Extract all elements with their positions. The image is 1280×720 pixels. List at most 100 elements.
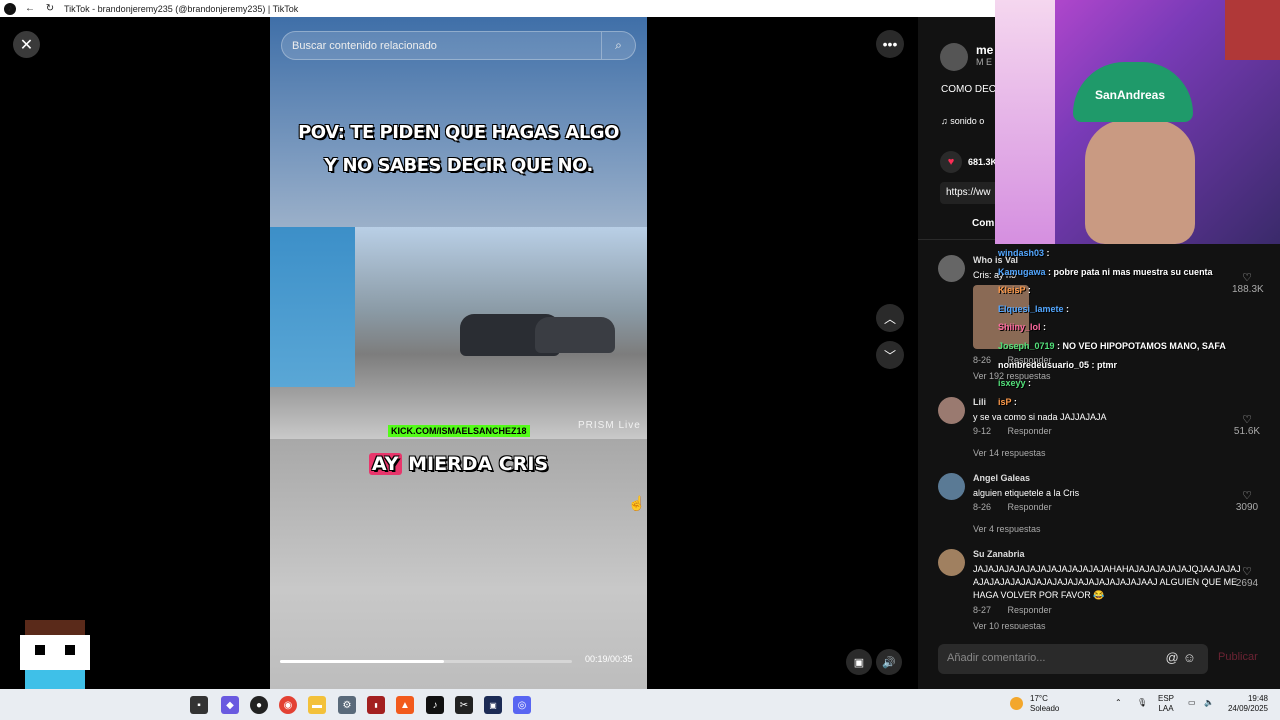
next-video-button[interactable]: ﹀ [876, 341, 904, 369]
capcut-icon[interactable]: ✂ [455, 696, 473, 714]
taskbar-app-icon[interactable]: ▪ [190, 696, 208, 714]
chat-message: Joseph_0719 : NO VEO HIPOPOTAMOS MANO, S… [998, 340, 1226, 351]
streamer-face [1085, 120, 1195, 244]
heart-outline-icon[interactable]: ♡ [1232, 413, 1262, 426]
publish-button[interactable]: Publicar [1218, 651, 1258, 663]
close-icon: ✕ [19, 36, 34, 54]
related-search-input[interactable]: Buscar contenido relacionado ⌕ [281, 31, 636, 60]
mouse-cursor-icon: ☝ [628, 495, 646, 511]
comment-avatar[interactable] [938, 549, 965, 576]
video-timecode: 00:19/00:35 [585, 654, 633, 664]
video-progress-bar[interactable] [280, 660, 572, 663]
author-avatar[interactable] [940, 43, 968, 71]
speaker-icon: 🔊 [882, 656, 896, 669]
comment-meta: 9-12 Responder [973, 426, 1066, 436]
stream-chat-overlay: windash03 : Kamugawa : pobre pata ni mas… [995, 244, 1280, 412]
settings-gear-icon[interactable]: ⚙ [338, 696, 356, 714]
tray-chevron-icon[interactable]: ⌃ [1115, 698, 1122, 708]
author-info[interactable]: me M E [940, 43, 993, 71]
reload-icon[interactable]: ↻ [44, 3, 56, 15]
comment-avatar[interactable] [938, 473, 965, 500]
back-arrow-icon[interactable]: ← [24, 3, 36, 15]
reply-button[interactable]: Responder [1008, 605, 1052, 615]
tab-comments[interactable]: Com [972, 218, 994, 229]
comment-like-count: 3090 [1235, 502, 1259, 513]
heart-icon[interactable]: ♥ [940, 151, 962, 173]
search-icon[interactable]: ⌕ [601, 32, 635, 59]
view-replies[interactable]: Ver 14 respuestas [973, 448, 1046, 458]
brave-icon[interactable]: ▲ [396, 696, 414, 714]
like-count: 681.3K [968, 157, 998, 167]
caption-rest: MIERDA CRIS [408, 453, 549, 475]
network-icon[interactable]: ▭ [1188, 698, 1196, 708]
chevron-down-icon: ﹀ [883, 348, 896, 363]
chevron-up-icon: ︿ [883, 311, 896, 326]
post-description: COMO DEC canal de ki [941, 84, 1001, 95]
author-name[interactable]: me [976, 43, 993, 57]
comment-author[interactable]: Su Zanabria [973, 549, 1025, 559]
language-indicator[interactable]: ESP LAA [1158, 694, 1174, 714]
copilot-icon[interactable]: ◆ [221, 696, 239, 714]
caption-highlight: AY [368, 453, 402, 475]
chat-message: Elquesi_lamete : [998, 303, 1070, 314]
cap-logo-text: SanAndreas [1095, 88, 1166, 102]
comment-like[interactable]: ♡ 2694 [1232, 565, 1262, 589]
comment-text: JAJAJAJAJAJAJAJAJAJAJAJAJAHAHAJAJAJAJAJA… [973, 564, 1241, 600]
video-stage: ✕ Buscar contenido relacionado ⌕ POV: TE… [0, 17, 918, 689]
chat-message: nombredeusuario_05 : ptmr [998, 359, 1118, 370]
like-group[interactable]: ♥ 681.3K [940, 151, 997, 173]
chat-message: KleisP : [998, 285, 1031, 296]
emoji-icon[interactable]: ☺ [1183, 650, 1200, 665]
comment-like-count: 51.6K [1233, 426, 1261, 437]
heart-outline-icon[interactable]: ♡ [1232, 489, 1262, 502]
comment-placeholder: Añadir comentario... [947, 652, 1046, 664]
comment-author[interactable]: Lili [973, 397, 986, 407]
chat-message: isP : [998, 396, 1017, 407]
discord-icon[interactable]: ◎ [513, 696, 531, 714]
previous-video-button[interactable]: ︿ [876, 304, 904, 332]
video-player[interactable]: Buscar contenido relacionado ⌕ POV: TE P… [270, 17, 647, 689]
chrome-icon[interactable]: ◉ [279, 696, 297, 714]
comment-avatar[interactable] [938, 255, 965, 282]
sound-info[interactable]: ♫ sonido o [941, 116, 984, 126]
more-options-button[interactable]: ••• [876, 30, 904, 58]
chat-message: Kamugawa : pobre pata ni mas muestra su … [998, 266, 1213, 277]
video-caption-bottom: AY MIERDA CRIS [270, 453, 647, 475]
tiktok-logo-icon: ♪ [4, 2, 16, 15]
comment-meta: 8-27 Responder [973, 605, 1066, 615]
pip-icon: ▣ [853, 656, 865, 669]
view-replies[interactable]: Ver 4 respuestas [973, 524, 1041, 534]
chat-message: isxeyy : [998, 378, 1032, 389]
view-replies[interactable]: Ver 10 respuestas [973, 621, 1046, 629]
comment-item: Angel Galeas alguien etiquetele a la Cri… [938, 473, 1268, 543]
comment-avatar[interactable] [938, 397, 965, 424]
author-handle: M E [976, 57, 993, 67]
window-title: TikTok - brandonjeremy235 (@brandonjerem… [64, 3, 299, 14]
tiktok-taskbar-icon[interactable]: ♪ [426, 696, 444, 714]
comment-input[interactable]: Añadir comentario... @☺ [938, 644, 1208, 674]
volume-tray-icon[interactable]: 🔈 [1204, 698, 1214, 708]
comment-date: 9-12 [973, 426, 992, 436]
volume-button[interactable]: 🔊 [876, 649, 902, 675]
mention-icon[interactable]: @ [1166, 650, 1183, 665]
comment-item: Su Zanabria JAJAJAJAJAJAJAJAJAJAJAJAJAHA… [938, 549, 1268, 629]
reply-button[interactable]: Responder [1008, 502, 1052, 512]
comment-author[interactable]: Angel Galeas [973, 473, 1030, 483]
comment-like[interactable]: ♡ 3090 [1232, 489, 1262, 513]
ellipsis-icon: ••• [882, 36, 898, 52]
heart-outline-icon[interactable]: ♡ [1232, 565, 1262, 578]
voicemeeter-icon[interactable]: ▮ [367, 696, 385, 714]
comment-text: alguien etiquetele a la Cris [973, 488, 1080, 498]
close-button[interactable]: ✕ [13, 31, 40, 58]
photoshop-icon[interactable]: ▣ [484, 696, 502, 714]
app-icon[interactable]: ● [250, 696, 268, 714]
reply-button[interactable]: Responder [1008, 426, 1052, 436]
clock[interactable]: 19:48 24/09/2025 [1224, 694, 1268, 714]
floating-player-button[interactable]: ▣ [846, 649, 872, 675]
comment-like[interactable]: ♡ 51.6K [1232, 413, 1262, 437]
microphone-icon[interactable]: 🎙 [1137, 698, 1147, 708]
chat-message: Shiiny_lol : [998, 322, 1047, 333]
folder-icon[interactable]: ▬ [308, 696, 326, 714]
chat-message: windash03 : [998, 248, 1050, 258]
weather-desc: Soleado [1030, 704, 1060, 713]
